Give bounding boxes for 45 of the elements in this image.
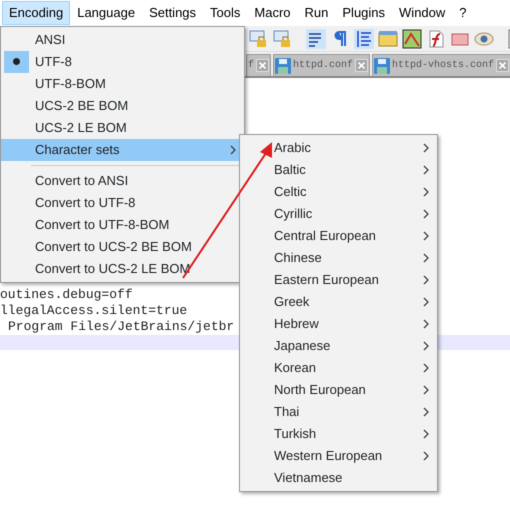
file-tab[interactable]: httpd-vhosts.conf bbox=[372, 54, 510, 76]
close-icon[interactable] bbox=[355, 59, 368, 72]
menu-item[interactable]: Eastern European bbox=[240, 269, 437, 291]
menu-item[interactable]: Turkish bbox=[240, 423, 437, 445]
menu-item[interactable]: Baltic bbox=[240, 159, 437, 181]
menu-item[interactable]: Greek bbox=[240, 291, 437, 313]
menu-item[interactable]: ? bbox=[452, 1, 474, 25]
menu-item[interactable]: UCS-2 BE BOM bbox=[1, 95, 244, 117]
menu-item[interactable]: Thai bbox=[240, 401, 437, 423]
menu-item[interactable]: Window bbox=[392, 1, 452, 25]
lock-icon[interactable] bbox=[272, 28, 292, 48]
menu-item[interactable]: Japanese bbox=[240, 335, 437, 357]
menu-item[interactable]: Cyrillic bbox=[240, 203, 437, 225]
file-tab[interactable]: httpd.conf bbox=[273, 54, 370, 76]
wrap-icon[interactable] bbox=[306, 28, 326, 48]
tab-label: httpd-vhosts.conf bbox=[392, 58, 494, 73]
tab-label: f bbox=[248, 58, 254, 73]
menu-item[interactable]: UTF-8 bbox=[1, 51, 244, 73]
menu-item[interactable]: Settings bbox=[142, 1, 204, 25]
menu-item[interactable]: Celtic bbox=[240, 181, 437, 203]
menu-item[interactable]: Encoding bbox=[2, 1, 70, 25]
code-line: outines.debug=off bbox=[0, 287, 133, 303]
tab-label: httpd.conf bbox=[293, 58, 354, 73]
chevron-right-icon bbox=[230, 145, 236, 155]
menu-item[interactable]: Plugins bbox=[335, 1, 392, 25]
lock-icon[interactable] bbox=[248, 28, 268, 48]
menu-item[interactable]: Vietnamese bbox=[240, 467, 437, 489]
code-line: Program Files/JetBrains/jetbr bbox=[7, 319, 234, 335]
menu-item[interactable]: Korean bbox=[240, 357, 437, 379]
indent-guide-icon[interactable] bbox=[354, 28, 374, 48]
menu-item[interactable]: Chinese bbox=[240, 247, 437, 269]
menu-item[interactable]: Central European bbox=[240, 225, 437, 247]
menu-item[interactable]: UCS-2 LE BOM bbox=[1, 117, 244, 139]
close-icon[interactable] bbox=[496, 59, 510, 72]
menu-item[interactable]: Western European bbox=[240, 445, 437, 467]
menu-item[interactable]: Tools bbox=[203, 1, 248, 25]
menu-item[interactable]: UTF-8-BOM bbox=[1, 73, 244, 95]
menu-item[interactable]: Hebrew bbox=[240, 313, 437, 335]
code-line: llegalAccess.silent=true bbox=[0, 303, 188, 319]
file-tab[interactable]: f bbox=[246, 54, 272, 76]
menu-item[interactable]: Macro bbox=[247, 1, 298, 25]
menu-item[interactable]: North European bbox=[240, 379, 437, 401]
close-icon[interactable] bbox=[256, 59, 270, 72]
menu-item[interactable]: Language bbox=[70, 1, 142, 25]
menu-item[interactable]: Run bbox=[298, 1, 336, 25]
